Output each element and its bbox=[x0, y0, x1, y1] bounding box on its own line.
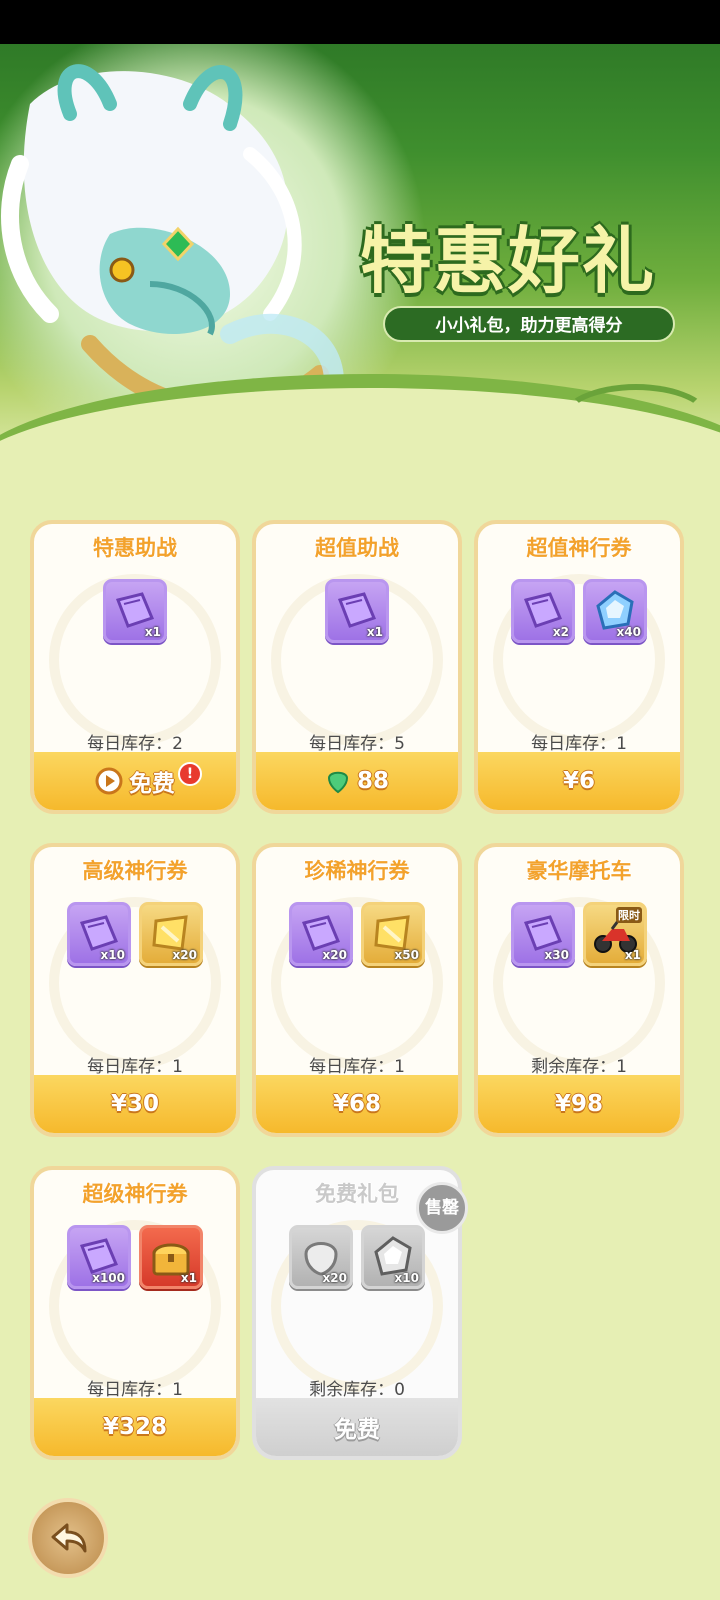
item-quantity: x1 bbox=[180, 1271, 197, 1285]
green-gem-icon bbox=[327, 771, 348, 794]
gift-card[interactable]: 超值助战 x1 每日库存：5 88 bbox=[252, 520, 462, 814]
buy-button-disabled: 免费 bbox=[256, 1398, 458, 1456]
gift-title: 超值助战 bbox=[315, 536, 399, 560]
alert-badge: ! bbox=[178, 762, 202, 786]
buy-button[interactable]: ¥30 bbox=[34, 1075, 236, 1133]
video-play-icon bbox=[95, 767, 123, 795]
item-quantity: x1 bbox=[624, 948, 641, 962]
back-arrow-icon bbox=[51, 1523, 87, 1553]
item-quantity: x40 bbox=[616, 625, 641, 639]
treasure-chest-icon[interactable]: x1 bbox=[139, 1225, 203, 1289]
stock-label: 每日库存：2 bbox=[87, 734, 183, 754]
banner-title: 特惠好礼 bbox=[360, 218, 657, 303]
gift-card[interactable]: 超级神行券 x100 x1 每日库存：1 ¥328 bbox=[30, 1166, 240, 1460]
gift-card[interactable]: 豪华摩托车 x30 限时 x1 剩余库存：1 ¥98 bbox=[474, 843, 684, 1137]
stock-label: 剩余库存：1 bbox=[531, 1057, 627, 1077]
price-label: 88 bbox=[356, 768, 389, 794]
limited-tag: 限时 bbox=[616, 907, 642, 923]
blue-crystal-icon[interactable]: x40 bbox=[583, 579, 647, 643]
stock-label: 剩余库存：0 bbox=[309, 1380, 405, 1400]
purple-ticket-icon[interactable]: x100 bbox=[67, 1225, 131, 1289]
stock-label: 每日库存：1 bbox=[531, 734, 627, 754]
buy-button[interactable]: ¥6 bbox=[478, 752, 680, 810]
purple-ticket-icon[interactable]: x1 bbox=[325, 579, 389, 643]
gift-title: 高级神行券 bbox=[82, 859, 188, 883]
stock-label: 每日库存：1 bbox=[87, 1380, 183, 1400]
sold-out-badge: 售罄 bbox=[416, 1182, 468, 1234]
item-quantity: x100 bbox=[92, 1271, 125, 1285]
stock-label: 每日库存：1 bbox=[309, 1057, 405, 1077]
purple-ticket-icon[interactable]: x2 bbox=[511, 579, 575, 643]
item-quantity: x30 bbox=[544, 948, 569, 962]
back-button[interactable] bbox=[28, 1498, 108, 1578]
buy-button[interactable]: ¥328 bbox=[34, 1398, 236, 1456]
status-bar bbox=[0, 0, 720, 44]
gold-ticket-icon[interactable]: x20 bbox=[139, 902, 203, 966]
item-quantity: x1 bbox=[366, 625, 383, 639]
price-label: 免费 bbox=[129, 771, 175, 797]
gift-title: 豪华摩托车 bbox=[526, 859, 632, 883]
price-label: ¥98 bbox=[554, 1091, 603, 1117]
purple-ticket-icon[interactable]: x20 bbox=[289, 902, 353, 966]
grey-stone-icon: x20 bbox=[289, 1225, 353, 1289]
gift-title: 珍稀神行券 bbox=[304, 859, 410, 883]
gift-card[interactable]: 珍稀神行券 x20 x50 每日库存：1 ¥68 bbox=[252, 843, 462, 1137]
item-quantity: x2 bbox=[552, 625, 569, 639]
item-quantity: x1 bbox=[144, 625, 161, 639]
item-quantity: x50 bbox=[394, 948, 419, 962]
item-quantity: x20 bbox=[322, 1271, 347, 1285]
item-quantity: x20 bbox=[322, 948, 347, 962]
purple-ticket-icon[interactable]: x30 bbox=[511, 902, 575, 966]
gift-card[interactable]: 特惠助战 x1 每日库存：2 免费 bbox=[30, 520, 240, 814]
buy-button[interactable]: 88 bbox=[256, 752, 458, 810]
grey-crystal-icon: x10 bbox=[361, 1225, 425, 1289]
vine-decoration bbox=[560, 384, 712, 456]
gift-card[interactable]: 超值神行券 x2 x40 每日库存：1 ¥6 bbox=[474, 520, 684, 814]
gold-ticket-icon[interactable]: x50 bbox=[361, 902, 425, 966]
banner-subtitle: 小小礼包，助力更高得分 bbox=[383, 306, 675, 342]
price-label: 免费 bbox=[334, 1417, 380, 1443]
buy-button[interactable]: 免费 bbox=[34, 752, 236, 810]
buy-button[interactable]: ¥98 bbox=[478, 1075, 680, 1133]
purple-ticket-icon[interactable]: x10 bbox=[67, 902, 131, 966]
price-label: ¥30 bbox=[110, 1091, 159, 1117]
stock-label: 每日库存：5 bbox=[309, 734, 405, 754]
price-label: ¥6 bbox=[562, 768, 595, 794]
item-quantity: x10 bbox=[100, 948, 125, 962]
stock-label: 每日库存：1 bbox=[87, 1057, 183, 1077]
price-label: ¥328 bbox=[102, 1414, 167, 1440]
motorcycle-icon[interactable]: 限时 x1 bbox=[583, 902, 647, 966]
gift-title: 超级神行券 bbox=[82, 1182, 188, 1206]
gift-title: 特惠助战 bbox=[93, 536, 177, 560]
price-label: ¥68 bbox=[332, 1091, 381, 1117]
buy-button[interactable]: ¥68 bbox=[256, 1075, 458, 1133]
promo-banner: 特惠好礼 小小礼包，助力更高得分 bbox=[0, 44, 720, 474]
gift-title: 超值神行券 bbox=[526, 536, 632, 560]
item-quantity: x10 bbox=[394, 1271, 419, 1285]
gift-card[interactable]: 高级神行券 x10 x20 每日库存：1 ¥30 bbox=[30, 843, 240, 1137]
purple-ticket-icon[interactable]: x1 bbox=[103, 579, 167, 643]
item-quantity: x20 bbox=[172, 948, 197, 962]
